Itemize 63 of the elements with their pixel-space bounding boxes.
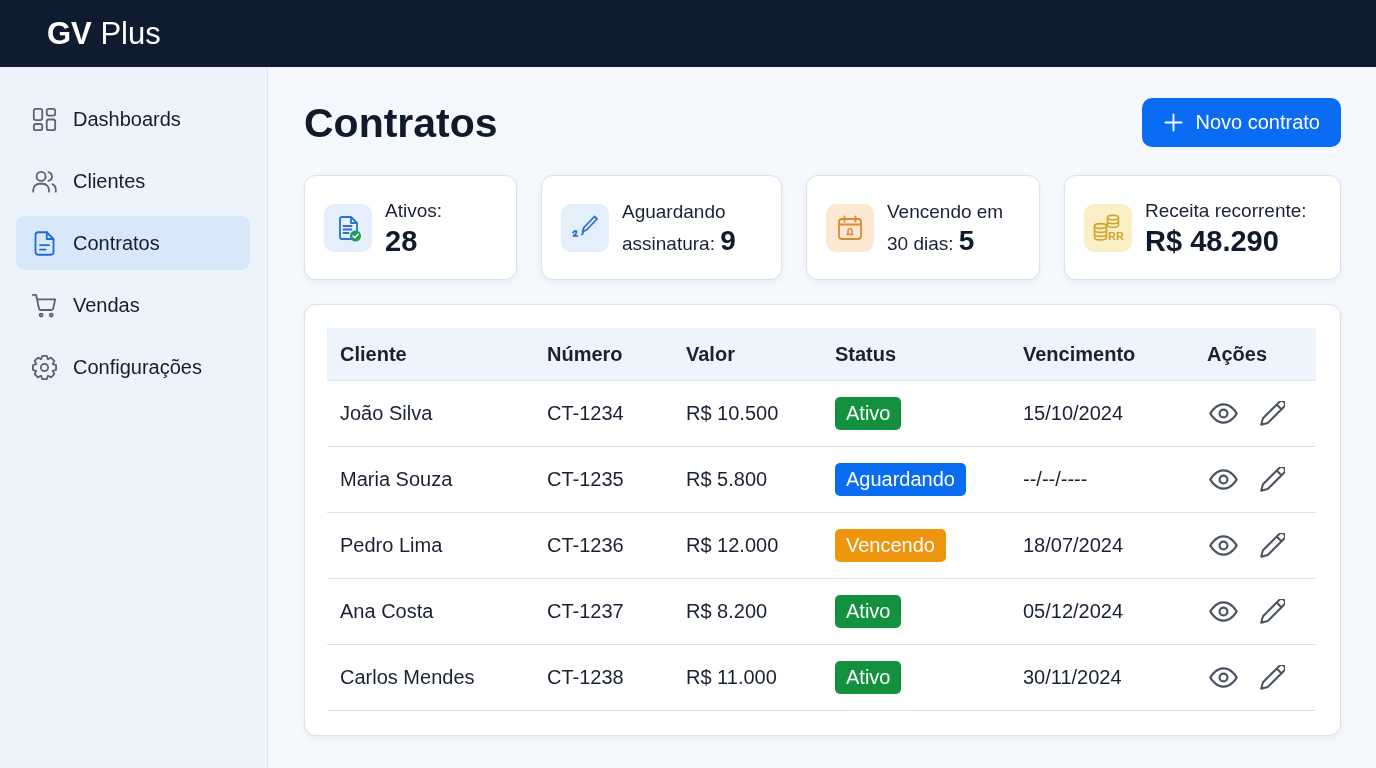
table-cell: CT-1234 xyxy=(547,402,624,425)
document-check-icon xyxy=(324,203,372,252)
table-cell: R$ 11.000 xyxy=(686,666,777,689)
stat-value: 28 xyxy=(385,225,419,258)
stat-label: Receita recorrente: xyxy=(1145,199,1307,223)
table-cell: 15/10/2024 xyxy=(1023,402,1124,425)
stat-value: R$ 48.290 xyxy=(1145,225,1280,258)
coins-icon: RR xyxy=(1084,203,1132,252)
view-icon[interactable] xyxy=(1209,601,1238,622)
plus-icon xyxy=(1164,113,1184,132)
table-cell: CT-1236 xyxy=(547,534,624,557)
table-cell: Maria Souza xyxy=(340,468,453,491)
sidebar-item[interactable]: Dashboards xyxy=(16,92,250,146)
table-cell: R$ 12.000 xyxy=(686,534,779,557)
calendar-icon xyxy=(826,203,874,252)
table-cell: Carlos Mendes xyxy=(340,666,475,689)
column-header: Cliente xyxy=(340,342,407,366)
table-cell: Ana Costa xyxy=(340,600,434,623)
table-cell: R$ 8.200 xyxy=(686,600,768,623)
table-cell: CT-1235 xyxy=(547,468,624,491)
table-cell: João Silva xyxy=(340,402,433,425)
cart-icon xyxy=(31,291,58,319)
pen-icon xyxy=(561,203,609,252)
table-cell: Pedro Lima xyxy=(340,534,443,557)
column-header: Valor xyxy=(686,342,735,366)
edit-icon[interactable] xyxy=(1260,599,1285,624)
sidebar-item[interactable]: Contratos xyxy=(16,216,250,270)
grid-icon xyxy=(31,105,58,133)
table-cell: R$ 5.800 xyxy=(686,468,768,491)
table-cell: CT-1237 xyxy=(547,600,624,623)
table-cell: R$ 10.500 xyxy=(686,402,779,425)
table-cell: 30/11/2024 xyxy=(1023,666,1122,689)
column-header: Vencimento xyxy=(1023,342,1136,366)
stat-text: Aguardando assinatura: 9 xyxy=(622,200,737,258)
edit-icon[interactable] xyxy=(1260,401,1285,426)
edit-icon[interactable] xyxy=(1260,665,1285,690)
column-header: Status xyxy=(835,342,897,366)
view-icon[interactable] xyxy=(1209,469,1238,490)
table-cell: --/--/---- xyxy=(1023,468,1088,491)
status-tag: Ativo xyxy=(835,661,902,694)
column-header: Ações xyxy=(1207,342,1268,366)
stat-label: Ativos: xyxy=(385,199,443,223)
view-icon[interactable] xyxy=(1209,535,1238,556)
table-cell: 18/07/2024 xyxy=(1023,534,1124,557)
status-tag: Ativo xyxy=(835,595,902,628)
column-header: Número xyxy=(547,342,623,366)
view-icon[interactable] xyxy=(1209,403,1238,424)
new-contract-button[interactable]: Novo contrato xyxy=(1142,98,1341,147)
page-title: Contratos xyxy=(304,98,498,147)
table-cell: 05/12/2024 xyxy=(1023,600,1124,623)
edit-icon[interactable] xyxy=(1260,467,1285,492)
view-icon[interactable] xyxy=(1209,667,1238,688)
status-tag: Ativo xyxy=(835,397,902,430)
stat-text: Vencendo em 30 dias: 5 xyxy=(887,200,1005,258)
settings-icon xyxy=(31,353,58,381)
status-tag: Vencendo xyxy=(835,529,946,562)
edit-icon[interactable] xyxy=(1260,533,1285,558)
status-tag: Aguardando xyxy=(835,463,966,496)
sidebar-item[interactable]: Clientes xyxy=(16,154,250,208)
app-logo: GV Plus xyxy=(47,15,161,52)
sidebar-item[interactable]: Configurações xyxy=(16,340,250,394)
table-cell: CT-1238 xyxy=(547,666,624,689)
sidebar-item[interactable]: Vendas xyxy=(16,278,250,332)
